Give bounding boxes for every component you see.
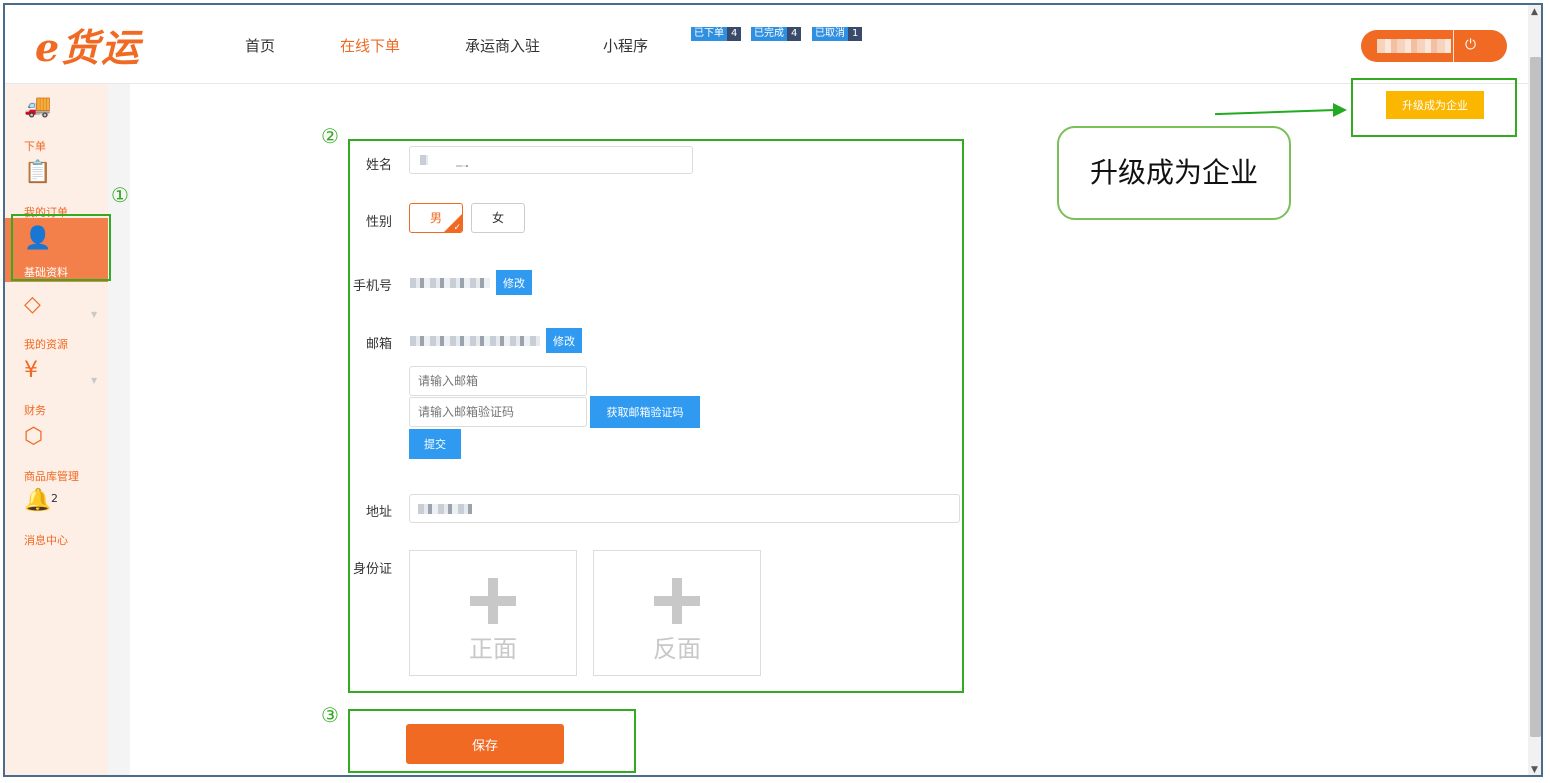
badge-cancelled[interactable]: 已取消 1 <box>812 27 863 41</box>
sidebar-item-label: 我的资源 <box>24 338 68 351</box>
box-icon: ⬡ <box>24 424 44 449</box>
email-code-input[interactable] <box>409 397 587 427</box>
sidebar-item-order[interactable]: 🚚 下单 <box>5 92 108 156</box>
user-menu[interactable]: ⏻ <box>1361 30 1507 62</box>
scroll-down-icon[interactable]: ▼ <box>1531 765 1538 775</box>
scroll-up-icon[interactable]: ▲ <box>1531 7 1538 17</box>
badge-count: 4 <box>787 27 802 41</box>
badge-label: 已取消 <box>812 27 848 41</box>
chevron-down-icon: ▼ <box>91 376 98 385</box>
sidebar-item-label: 下单 <box>24 140 46 153</box>
annotation-marker-3: ③ <box>321 703 339 727</box>
name-input[interactable] <box>409 146 693 174</box>
get-email-code-button[interactable]: 获取邮箱验证码 <box>590 396 700 428</box>
submit-button[interactable]: 提交 <box>409 429 461 459</box>
nav-online-order[interactable]: 在线下单 <box>340 35 400 56</box>
power-icon[interactable]: ⏻ <box>1465 37 1476 53</box>
badge-ordered[interactable]: 已下单 4 <box>691 27 742 41</box>
email-input[interactable] <box>409 366 587 396</box>
annotation-marker-1: ① <box>111 183 129 207</box>
name-value-blurred <box>420 155 428 165</box>
gender-female-option[interactable]: 女 <box>471 203 525 233</box>
email-label: 邮箱 <box>366 337 393 352</box>
divider <box>1453 30 1454 62</box>
arrow-head-icon <box>1333 103 1347 117</box>
id-card-label: 身份证 <box>353 562 393 577</box>
plus-icon <box>488 578 498 624</box>
sidebar-item-resources[interactable]: ◇ ▼ 我的资源 <box>5 290 108 354</box>
clipboard-icon: 📋 <box>24 160 52 185</box>
vertical-scrollbar[interactable]: ▲ ▼ <box>1528 5 1541 775</box>
yen-icon: ¥ <box>24 358 38 383</box>
browser-frame: e货运 首页 在线下单 承运商入驻 小程序 已下单 4 已完成 4 已取消 1 … <box>3 3 1543 777</box>
truck-icon: 🚚 <box>24 94 52 119</box>
email-value-blurred <box>410 336 540 346</box>
name-value-blurred <box>456 165 468 167</box>
sidebar-item-my-orders[interactable]: 📋 我的订单 <box>5 158 108 222</box>
check-icon: ✓ <box>453 223 461 233</box>
nav-carrier-join[interactable]: 承运商入驻 <box>465 35 540 56</box>
nav-home[interactable]: 首页 <box>245 35 275 56</box>
annotation-box-profile <box>11 214 111 281</box>
badge-completed[interactable]: 已完成 4 <box>751 27 802 41</box>
edit-phone-button[interactable]: 修改 <box>496 270 532 295</box>
annotation-marker-2: ② <box>321 124 339 148</box>
id-back-upload[interactable]: 反面 <box>593 550 761 676</box>
annotation-arrow <box>1215 108 1339 116</box>
message-count: 2 <box>51 492 58 505</box>
top-header: e货运 首页 在线下单 承运商入驻 小程序 已下单 4 已完成 4 已取消 1 … <box>5 5 1541 84</box>
edit-email-button[interactable]: 修改 <box>546 328 582 353</box>
id-front-upload[interactable]: 正面 <box>409 550 577 676</box>
sidebar: 🚚 下单 📋 我的订单 👤 基础资料 ◇ ▼ 我的资源 ¥ ▼ 财务 ⬡ 商品库… <box>5 84 108 775</box>
nav-mini-program[interactable]: 小程序 <box>603 35 648 56</box>
address-value-blurred <box>418 504 472 514</box>
scroll-thumb[interactable] <box>1530 57 1541 737</box>
sidebar-item-label: 消息中心 <box>24 534 68 547</box>
gender-label: 性别 <box>366 215 393 230</box>
gender-male-label: 男 <box>429 211 442 225</box>
id-back-label: 反面 <box>653 635 701 663</box>
diamond-icon: ◇ <box>24 292 41 317</box>
badge-label: 已完成 <box>751 27 787 41</box>
sidebar-item-messages[interactable]: 🔔 2 消息中心 <box>5 486 108 550</box>
phone-label: 手机号 <box>353 279 393 294</box>
phone-value-blurred <box>410 278 490 288</box>
plus-icon <box>672 578 682 624</box>
address-input[interactable] <box>409 494 960 523</box>
bell-icon: 🔔 <box>24 488 52 513</box>
gender-male-option[interactable]: 男 ✓ <box>409 203 463 233</box>
name-label: 姓名 <box>366 158 393 173</box>
username-blurred[interactable] <box>1377 39 1451 53</box>
badge-count: 1 <box>848 27 863 41</box>
sidebar-item-product-library[interactable]: ⬡ 商品库管理 <box>5 422 108 486</box>
badge-label: 已下单 <box>691 27 727 41</box>
logo[interactable]: e货运 <box>35 17 141 72</box>
annotation-bubble: 升级成为企业 <box>1057 126 1291 220</box>
gender-female-label: 女 <box>491 211 504 225</box>
badge-count: 4 <box>727 27 742 41</box>
address-label: 地址 <box>366 505 393 520</box>
sidebar-item-label: 商品库管理 <box>24 470 79 483</box>
upgrade-enterprise-button[interactable]: 升级成为企业 <box>1386 91 1484 119</box>
sidebar-item-label: 财务 <box>24 404 46 417</box>
id-front-label: 正面 <box>469 635 517 663</box>
sidebar-item-finance[interactable]: ¥ ▼ 财务 <box>5 356 108 420</box>
save-button[interactable]: 保存 <box>406 724 564 764</box>
chevron-down-icon: ▼ <box>91 310 98 319</box>
